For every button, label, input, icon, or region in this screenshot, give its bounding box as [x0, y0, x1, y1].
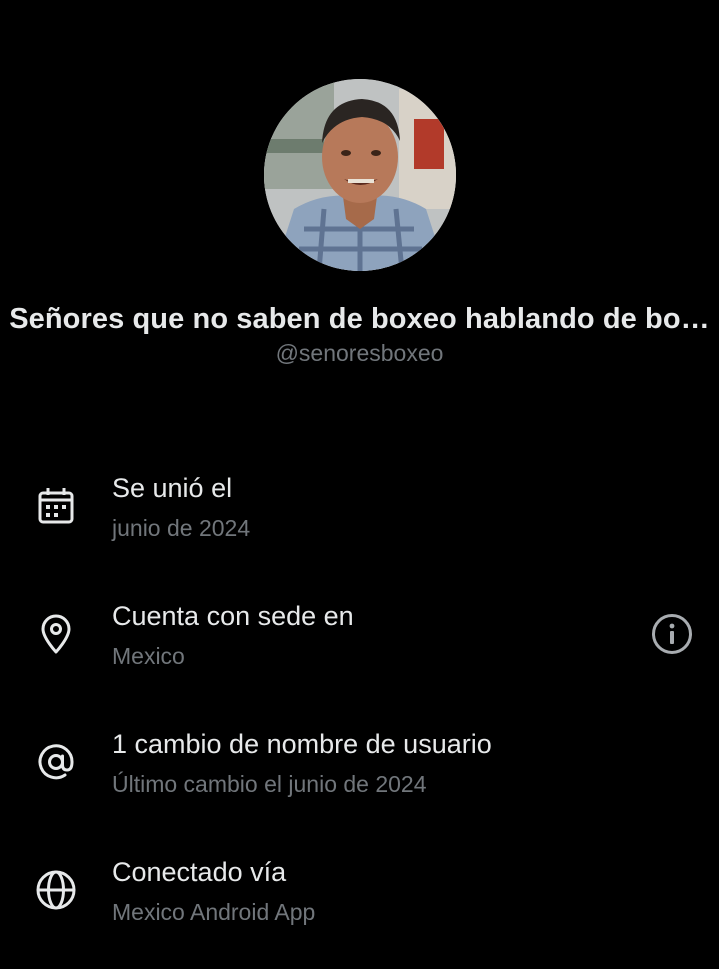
- about-row-username-changes: 1 cambio de nombre de usuario Último cam…: [0, 726, 719, 816]
- about-row-joined: Se unió el junio de 2024: [0, 470, 719, 560]
- location-pin-icon: [41, 614, 71, 654]
- globe-icon: [36, 870, 76, 910]
- info-icon[interactable]: [650, 612, 694, 656]
- username-changes-label: 1 cambio de nombre de usuario: [112, 729, 492, 759]
- display-name: Señores que no saben de boxeo hablando d…: [9, 303, 710, 335]
- joined-date: junio de 2024: [112, 515, 251, 541]
- avatar-photo: [264, 79, 456, 271]
- username-changes-detail: Último cambio el junio de 2024: [112, 771, 427, 797]
- calendar-icon: [38, 488, 74, 524]
- profile-avatar[interactable]: [264, 79, 456, 271]
- username-handle: @senoresboxeo: [275, 340, 444, 366]
- joined-label: Se unió el: [112, 473, 233, 503]
- connected-via-label: Conectado vía: [112, 857, 287, 887]
- about-row-connected-via: Conectado vía Mexico Android App: [0, 854, 719, 944]
- location-value: Mexico: [112, 643, 185, 669]
- connected-via-value: Mexico Android App: [112, 899, 316, 925]
- location-label: Cuenta con sede en: [112, 601, 354, 631]
- at-sign-icon: [38, 744, 74, 780]
- about-row-location: Cuenta con sede en Mexico: [0, 598, 719, 688]
